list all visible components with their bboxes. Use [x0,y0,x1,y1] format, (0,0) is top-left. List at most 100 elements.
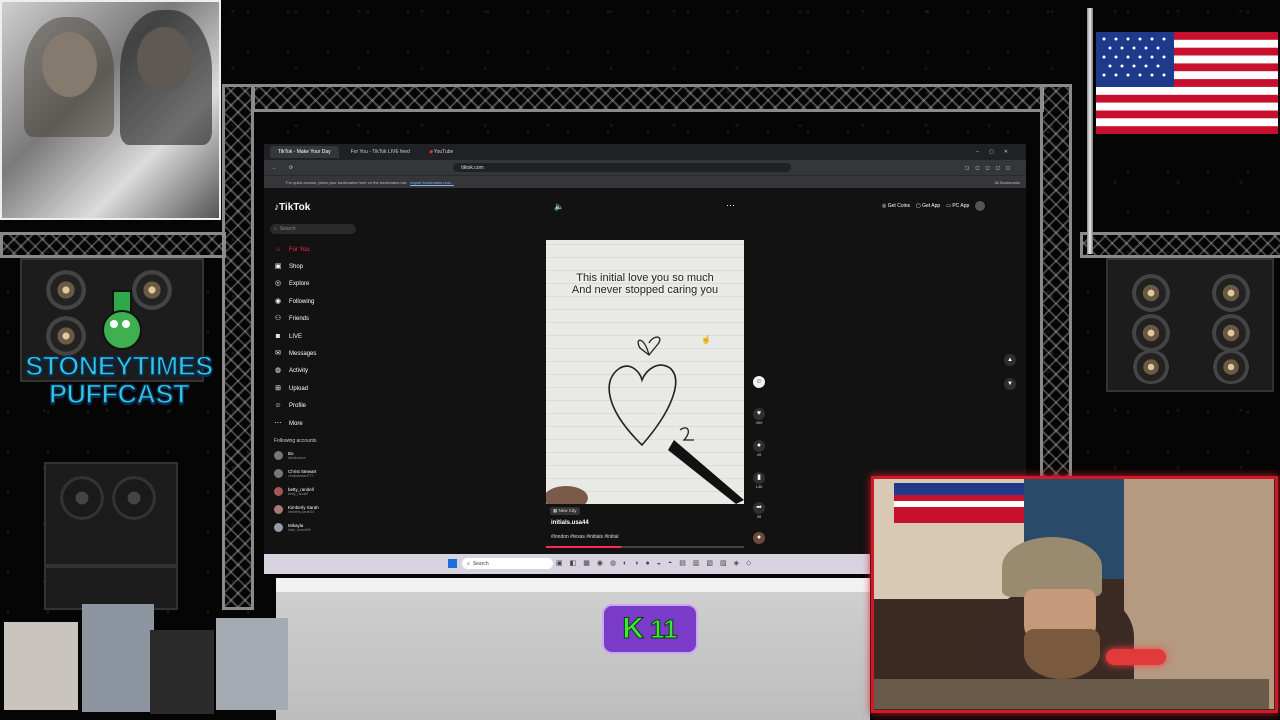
band-photo [0,0,221,220]
get-app-button[interactable]: ▢ Get App [916,203,940,211]
k-letter-icon: K [622,612,645,646]
like-count: 499 [755,420,763,425]
account-handle: kimberly.sarah15 [288,509,315,514]
profile-icon: ☺ [274,402,282,410]
left-sub-speaker [44,462,178,566]
nav-friends[interactable]: ⚇ Friends [270,311,356,328]
nav-more[interactable]: ⋯ More [270,415,356,432]
shop-icon: ▣ [274,263,282,271]
flag-pole [1087,8,1093,254]
search-input[interactable]: ⌕ Search [270,224,356,234]
nav-profile[interactable]: ☺ Profile [270,398,356,415]
avatar: ☺ [753,376,765,388]
comment-button[interactable]: ● 45 [752,440,766,457]
beard [1024,629,1100,679]
nav-label: Upload [289,385,309,392]
import-bookmarks-link[interactable]: Import bookmarks now... [410,180,454,185]
location-tag[interactable]: ▦ New City [550,507,580,515]
taskbar-app-icons[interactable]: ▣◧▦◉◍◐◑●◒◓▤▥▧▨◈◇ [556,559,758,567]
video-progress-fill [546,546,622,548]
chevron-up-icon: ▲ [1007,357,1013,363]
button-label: PC App [952,203,970,209]
nav-following[interactable]: ◉ Following [270,293,356,310]
tiktok-sidebar: ⌂ For You ▣ Shop ◎ Explore ◉ Following ⚇ Frie… [270,241,356,536]
video-hashtags[interactable]: #london #texas #initials #initial [551,534,619,540]
reload-icon[interactable]: ⟳ [289,165,293,171]
logo-line-1: STONEYTIMES [24,351,214,381]
cap [1002,537,1102,597]
browser-tab-tiktok[interactable]: TikTok - Make Your Day [270,146,339,158]
more-options-icon[interactable]: ⋯ [726,200,735,211]
home-icon: ⌂ [275,245,281,253]
previous-video-button[interactable]: ▲ [1004,354,1016,366]
top-truss [252,84,1044,112]
taskbar-search[interactable]: ⌕ Search [462,558,553,569]
chevron-down-icon: ▼ [1007,381,1013,387]
sound-disc[interactable]: ● [752,532,766,544]
nav-messages[interactable]: ✉ Messages [270,345,356,362]
nav-label: Following [289,298,315,305]
nav-activity[interactable]: ◍ Activity [270,363,356,380]
tiktok-logo[interactable]: ♪TikTok [274,202,310,213]
nav-label: Explore [289,281,310,288]
microphone [1106,649,1166,665]
volume-icon[interactable]: 🔈 [554,202,564,211]
nav-shop[interactable]: ▣ Shop [270,258,356,275]
url-text: tiktok.com [461,164,484,171]
following-header: Following accounts [274,438,317,445]
nav-live[interactable]: ◙ LIVE [270,328,356,345]
share-button[interactable]: ➦ 39 [752,502,766,519]
video-progress-bar[interactable] [546,546,744,548]
back-icon[interactable]: ← [272,165,277,171]
next-video-button[interactable]: ▼ [1004,378,1016,390]
account-handle: itsbobarlow [288,455,306,460]
nav-label: Profile [289,403,307,410]
save-button[interactable]: ▮ 146 [752,472,766,489]
all-bookmarks-button[interactable]: All Bookmarks [994,180,1020,185]
messages-icon: ✉ [275,350,281,358]
extension-icons[interactable]: ◻◻◻◻◻ [965,165,1016,171]
nav-for-you[interactable]: ⌂ For You [270,241,356,258]
following-account[interactable]: Christ Stewart christstewart777 [270,464,356,482]
nav-upload[interactable]: ⊞ Upload [270,380,356,397]
tab-label: TikTok - Make Your Day [278,149,331,155]
button-label: Get Coins [887,203,910,209]
window-controls[interactable]: –▢✕ [976,149,1018,155]
windows-start-icon[interactable] [448,559,457,568]
right-truss [1040,84,1072,490]
browser-tab-youtube[interactable]: ▶ YouTube [422,146,462,158]
avatar [274,468,283,478]
badge-number: 11 [650,613,678,644]
following-account[interactable]: betty_randell betty_randell [270,482,356,500]
search-icon: ⌕ [467,560,470,567]
pc-app-button[interactable]: ▭ PC App [946,203,969,211]
left-truss [222,84,254,610]
right-speaker-stack [1106,258,1274,392]
nav-label: More [289,420,303,427]
creator-avatar[interactable]: ☺ [752,376,766,388]
k11-badge: K 11 [602,604,698,654]
music-disc-icon: ● [753,532,765,544]
nav-label: LIVE [289,333,303,340]
following-account[interactable]: Kimberly Sarah kimberly.sarah15 [270,500,356,518]
account-handle: christstewart777 [288,473,314,478]
video-player[interactable]: This initial love you so much And never … [546,240,744,504]
tab-label: For You - TikTok LIVE feed [350,149,410,155]
brand-text: TikTok [279,202,311,213]
avatar [274,450,283,460]
video-author[interactable]: initials.usa44 [551,520,589,526]
comment-count: 45 [756,452,762,457]
heart-drawing-icon [546,336,744,504]
nav-label: Shop [289,264,304,271]
comment-icon: ● [753,440,765,452]
nav-explore[interactable]: ◎ Explore [270,276,356,293]
following-account[interactable]: Bo itsbobarlow [270,446,356,464]
get-coins-button[interactable]: ◎ Get Coins [882,203,910,211]
browser-tab-tiktok-live[interactable]: For You - TikTok LIVE feed [343,146,418,158]
nav-label: Activity [289,368,309,375]
avatar[interactable] [975,201,986,211]
url-input[interactable]: tiktok.com [453,163,792,172]
like-button[interactable]: ♥ 499 [752,408,766,425]
webcam-overlay [871,476,1278,713]
following-account[interactable]: Mikayla bliss_bean995 [270,518,356,536]
